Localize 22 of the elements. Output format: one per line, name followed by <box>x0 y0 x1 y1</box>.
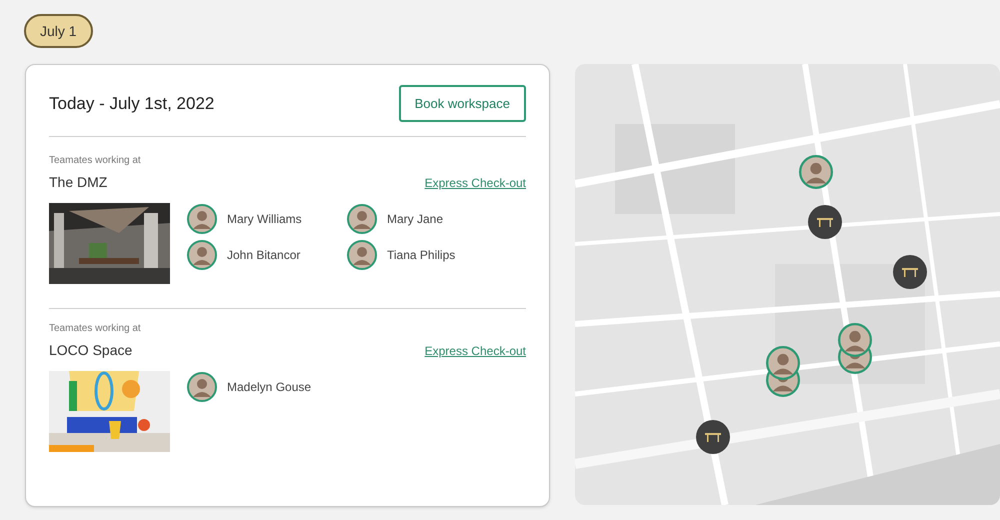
date-chip: July 1 <box>24 14 93 48</box>
avatar-icon <box>187 240 217 270</box>
teammate-name: John Bitancor <box>227 247 300 264</box>
desk-pin-icon[interactable] <box>808 205 842 239</box>
desk-pin-icon[interactable] <box>696 420 730 454</box>
teammate-name: Mary Jane <box>387 211 444 228</box>
avatar-icon <box>347 204 377 234</box>
express-checkout-link[interactable]: Express Check-out <box>424 174 526 192</box>
workspace-name: LOCO Space <box>49 341 132 360</box>
teammate-name: Madelyn Gouse <box>227 379 312 396</box>
caption: Teamates working at <box>49 154 142 168</box>
card-title: Today - July 1st, 2022 <box>49 92 214 115</box>
avatar-icon <box>187 372 217 402</box>
desk-pin-icon[interactable] <box>893 255 927 289</box>
avatar-icon <box>347 240 377 270</box>
book-workspace-button[interactable]: Book workspace <box>398 85 526 122</box>
avatar-icon <box>187 204 217 234</box>
teammate-name: Tiana Philips <box>387 247 456 264</box>
teammate-name: Mary Williams <box>227 211 302 228</box>
express-checkout-link[interactable]: Express Check-out <box>424 342 526 360</box>
caption: Teamates working at <box>49 322 142 336</box>
workspace-name: The DMZ <box>49 173 108 192</box>
